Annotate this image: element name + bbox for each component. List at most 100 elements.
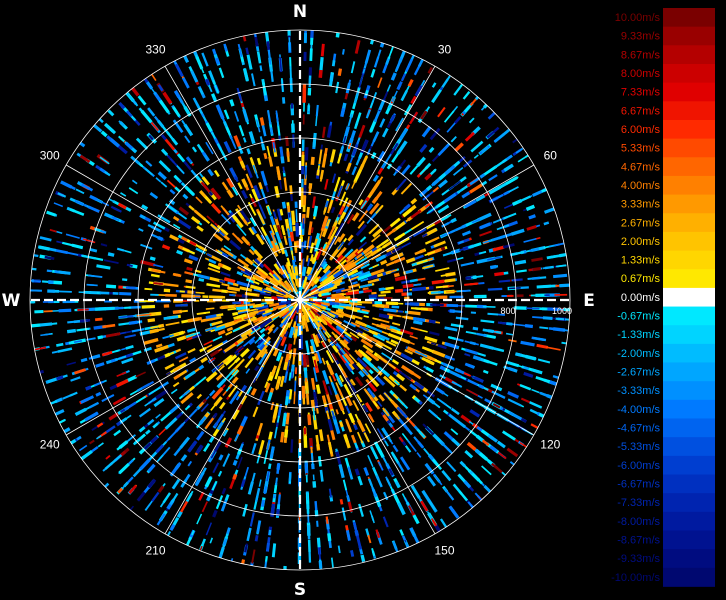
velocity-gate: [85, 385, 92, 391]
velocity-gate: [319, 561, 323, 570]
velocity-gate: [232, 311, 239, 316]
velocity-gate: [385, 286, 394, 291]
velocity-gate: [256, 157, 262, 166]
velocity-gate: [474, 96, 479, 101]
colorbar: 10.00m/s 9.33m/s 8.67m/s 8.00m/s 7.33m/s 6.67…: [611, 8, 715, 587]
azimuth-label: 240: [40, 438, 60, 452]
velocity-gate: [379, 42, 385, 48]
velocity-gate: [525, 354, 537, 361]
azimuth-label: 300: [40, 149, 60, 163]
velocity-gate: [300, 259, 303, 274]
velocity-gate: [318, 69, 323, 78]
velocity-gate: [186, 266, 193, 272]
range-label: 800: [500, 306, 515, 316]
velocity-gate: [552, 375, 559, 379]
velocity-gate: [444, 278, 456, 283]
velocity-gate: [259, 65, 263, 72]
velocity-gate: [345, 290, 360, 296]
colorbar-swatch: [663, 119, 715, 140]
velocity-gate: [198, 278, 205, 282]
velocity-gate: [293, 255, 297, 263]
velocity-gate: [354, 530, 360, 537]
velocity-gate: [305, 382, 309, 394]
velocity-gate: [538, 412, 545, 418]
colorbar-swatch: [663, 567, 715, 587]
colorbar-label: -5.33m/s: [617, 441, 660, 453]
velocity-gate: [33, 254, 39, 258]
velocity-gate: [242, 35, 247, 42]
velocity-gate: [378, 287, 385, 292]
velocity-gate: [505, 332, 514, 336]
velocity-gate: [46, 269, 53, 273]
velocity-gate: [31, 267, 37, 271]
velocity-gate: [307, 414, 312, 426]
velocity-gate: [226, 290, 237, 294]
velocity-gate: [542, 266, 551, 270]
velocity-gate: [277, 296, 284, 299]
velocity-gate: [274, 185, 280, 198]
colorbar-swatch: [663, 418, 715, 438]
velocity-gate: [241, 559, 246, 565]
velocity-gate: [428, 319, 436, 324]
colorbar-label: 10.00m/s: [615, 12, 661, 24]
velocity-gate: [205, 307, 215, 310]
velocity-gate: [494, 271, 505, 277]
velocity-gate: [287, 349, 293, 359]
velocity-gate: [310, 452, 314, 465]
velocity-gate: [335, 32, 340, 38]
velocity-gate: [430, 290, 444, 294]
velocity-gate: [95, 391, 102, 397]
velocity-gate: [294, 266, 299, 276]
velocity-gate: [150, 273, 160, 278]
velocity-gate: [337, 545, 341, 554]
colorbar-swatch: [663, 381, 715, 401]
velocity-gate: [219, 305, 229, 309]
velocity-gate: [89, 247, 98, 253]
colorbar-label: 0.67m/s: [621, 273, 661, 285]
velocity-gate: [144, 287, 153, 291]
velocity-gate: [149, 256, 156, 261]
colorbar-label: -3.33m/s: [617, 385, 660, 397]
velocity-gate: [302, 353, 307, 366]
velocity-gate: [303, 240, 307, 249]
velocity-gate: [487, 287, 503, 291]
velocity-gate: [455, 316, 469, 321]
velocity-gate: [352, 521, 358, 530]
velocity-gate: [319, 174, 323, 182]
velocity-gate: [58, 308, 72, 313]
colorbar-swatch: [663, 250, 715, 270]
velocity-gate: [254, 33, 257, 38]
velocity-gate: [412, 316, 426, 322]
velocity-gate: [246, 293, 258, 296]
velocity-gate: [301, 320, 305, 329]
velocity-gate: [539, 326, 549, 330]
velocity-gate: [431, 279, 445, 285]
velocity-gate: [309, 48, 313, 61]
colorbar-label: -2.67m/s: [617, 367, 660, 379]
colorbar-swatch: [663, 82, 715, 102]
velocity-gate: [289, 185, 293, 195]
velocity-gate: [256, 303, 265, 307]
velocity-gate: [532, 267, 542, 272]
velocity-gate: [246, 148, 251, 155]
velocity-gate: [264, 561, 268, 568]
velocity-gate: [284, 396, 289, 406]
velocity-gate: [247, 303, 255, 307]
velocity-gate: [305, 255, 309, 262]
velocity-gate: [328, 301, 340, 307]
velocity-gate: [282, 412, 287, 427]
polar-plot: N E S W 30 60 120 150 210 240 300 330 800 1000: [0, 0, 600, 600]
velocity-gate: [86, 283, 95, 287]
velocity-gate: [315, 434, 320, 450]
velocity-gate: [341, 49, 345, 55]
colorbar-swatch: [663, 175, 715, 195]
colorbar-label: 6.67m/s: [621, 105, 661, 117]
velocity-gate: [524, 324, 534, 329]
velocity-gate: [281, 201, 287, 209]
velocity-gate: [435, 285, 448, 289]
velocity-gate: [266, 301, 274, 305]
velocity-gate: [498, 279, 511, 283]
azimuth-label: 120: [540, 438, 560, 452]
velocity-gate: [482, 369, 489, 374]
colorbar-label: -6.67m/s: [617, 479, 660, 491]
